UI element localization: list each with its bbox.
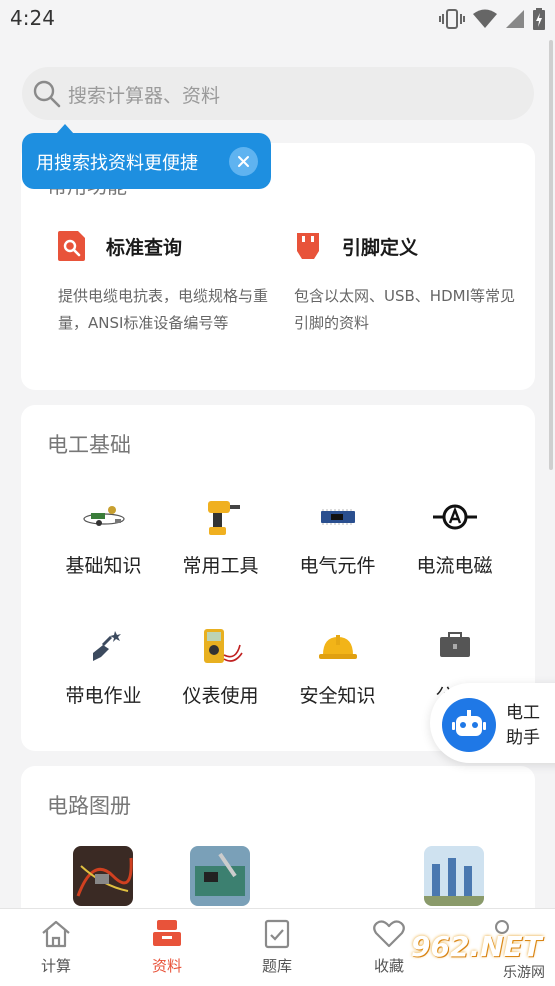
basics-title: 电工基础 — [47, 433, 131, 457]
tab-label: 计算 — [40, 957, 71, 975]
tooltip-text: 用搜索找资料更便捷 — [36, 153, 198, 174]
status-icons — [439, 8, 545, 30]
grid-item-live-work[interactable]: 带电作业 — [45, 625, 162, 708]
tab-materials[interactable]: 资料 — [137, 919, 197, 976]
circuit-thumb-substation[interactable] — [424, 846, 484, 906]
electrician-assistant-button[interactable]: 电工助手 — [430, 683, 555, 763]
power-drill-icon — [207, 501, 240, 535]
wifi-icon — [473, 9, 497, 28]
grid-label: 安全知识 — [299, 685, 376, 707]
grid-item-current-magnetism[interactable]: 电流电磁 — [396, 495, 513, 578]
tab-question-bank[interactable]: 题库 — [247, 919, 307, 976]
circuit-diagrams-card: 电路图册 — [21, 766, 535, 926]
standard-query-desc: 提供电缆电抗表，电缆规格与重量，ANSI标准设备编号等 — [58, 287, 269, 332]
standard-query-entry[interactable]: 标准查询 提供电缆电抗表，电缆规格与重量，ANSI标准设备编号等 — [58, 231, 288, 337]
circuits-title: 电路图册 — [47, 794, 131, 818]
site-watermark: 962.NET 乐游网 — [411, 928, 551, 984]
status-bar: 4:24 — [0, 0, 555, 40]
circuit-thumb-wiring[interactable] — [73, 846, 133, 906]
heart-icon — [373, 920, 405, 948]
tooltip-close-button[interactable] — [229, 147, 258, 176]
watermark-brand: 962.NET — [411, 930, 542, 963]
circuit-board-icon — [320, 509, 355, 525]
tab-calculate[interactable]: 计算 — [26, 919, 86, 976]
grid-item-tools[interactable]: 常用工具 — [162, 495, 279, 578]
battery-icon — [533, 8, 545, 30]
grid-label: 带电作业 — [65, 685, 142, 707]
grid-item-safety[interactable]: 安全知识 — [279, 625, 396, 708]
pin-definition-desc: 包含以太网、USB、HDMI等常见引脚的资料 — [294, 287, 515, 332]
grid-label: 电流电磁 — [416, 555, 493, 577]
tab-favorites[interactable]: 收藏 — [359, 919, 419, 976]
standard-query-title: 标准查询 — [106, 236, 183, 259]
pin-definition-entry[interactable]: 引脚定义 包含以太网、USB、HDMI等常见引脚的资料 — [294, 231, 524, 337]
search-input[interactable]: 搜索计算器、资料 — [22, 67, 534, 120]
safety-helmet-icon — [318, 635, 357, 659]
grid-label: 常用工具 — [182, 555, 259, 577]
checklist-icon — [264, 919, 290, 949]
circuit-thumb-board[interactable] — [190, 846, 250, 906]
ammeter-symbol-icon — [432, 504, 477, 530]
vibrate-icon — [439, 9, 465, 29]
scrollbar[interactable] — [549, 40, 553, 470]
wiring-photo — [73, 846, 133, 906]
live-work-icon — [92, 631, 121, 661]
assistant-label: 电工助手 — [506, 703, 540, 748]
grid-item-components[interactable]: 电气元件 — [279, 495, 396, 578]
search-icon — [33, 80, 61, 108]
grid-label: 基础知识 — [65, 555, 142, 577]
search-document-icon — [58, 231, 85, 261]
circuit-board-photo — [190, 846, 250, 906]
folder-stack-icon — [153, 920, 181, 946]
toolbox-icon — [439, 632, 470, 657]
substation-photo — [424, 846, 484, 906]
pin-definition-title: 引脚定义 — [342, 236, 419, 259]
tab-label: 题库 — [261, 957, 292, 975]
grid-item-meters[interactable]: 仪表使用 — [162, 625, 279, 708]
search-tip-tooltip: 用搜索找资料更便捷 — [22, 124, 271, 189]
home-icon — [42, 920, 70, 948]
status-time: 4:24 — [10, 6, 55, 30]
grid-label: 仪表使用 — [182, 685, 259, 707]
watermark-sub: 乐游网 — [503, 965, 545, 981]
grid-item-basics[interactable]: 基础知识 — [45, 495, 162, 578]
bottom-tab-bar: 计算 资料 题库 收藏 962.NET 乐游网 — [0, 908, 555, 986]
tab-label: 资料 — [151, 957, 182, 975]
search-placeholder: 搜索计算器、资料 — [68, 85, 221, 107]
close-icon — [238, 156, 249, 167]
grid-label: 电气元件 — [299, 555, 376, 577]
circuit-basics-icon — [82, 506, 125, 526]
connector-pin-icon — [297, 233, 319, 259]
robot-icon — [442, 698, 496, 752]
multimeter-icon — [203, 629, 243, 663]
signal-icon — [506, 10, 524, 28]
tab-label: 收藏 — [373, 957, 404, 975]
